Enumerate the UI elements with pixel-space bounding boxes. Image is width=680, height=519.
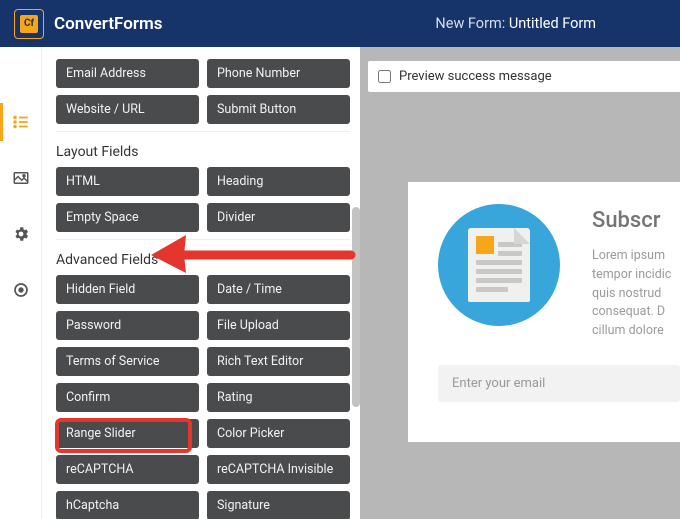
fields-panel: Email Address Phone Number Website / URL… [42, 47, 360, 519]
brand-logo: Cf [14, 9, 44, 39]
field-file-upload[interactable]: File Upload [207, 311, 350, 340]
field-signature[interactable]: Signature [207, 491, 350, 519]
field-rich-text-editor[interactable]: Rich Text Editor [207, 347, 350, 376]
title-static: New Form: [435, 15, 508, 32]
field-recaptcha[interactable]: reCAPTCHA [56, 455, 199, 484]
field-rating[interactable]: Rating [207, 383, 350, 412]
preview-email-input[interactable]: Enter your email [438, 365, 680, 402]
field-terms-of-service[interactable]: Terms of Service [56, 347, 199, 376]
topbar: Cf ConvertForms New Form: Untitled Form [0, 0, 680, 47]
field-email-address[interactable]: Email Address [56, 59, 199, 88]
side-rail [0, 47, 42, 519]
section-layout-fields: Layout Fields [56, 132, 350, 167]
field-divider[interactable]: Divider [207, 203, 350, 232]
rail-settings[interactable] [0, 219, 42, 249]
field-hidden-field[interactable]: Hidden Field [56, 275, 199, 304]
preview-area: Preview success message [360, 47, 680, 519]
disc-icon [12, 281, 30, 299]
title-name: Untitled Form [509, 15, 596, 32]
rail-publish[interactable] [0, 275, 42, 305]
field-date-time[interactable]: Date / Time [207, 275, 350, 304]
field-hcaptcha[interactable]: hCaptcha [56, 491, 199, 519]
field-password[interactable]: Password [56, 311, 199, 340]
preview-body: Lorem ipsum tempor incidic quis nostrud … [592, 247, 680, 341]
image-icon [12, 169, 30, 187]
field-recaptcha-invisible[interactable]: reCAPTCHA Invisible [207, 455, 350, 484]
brand-name: ConvertForms [54, 14, 162, 34]
newsletter-icon [438, 204, 560, 326]
preview-success-checkbox[interactable] [378, 70, 391, 83]
field-html[interactable]: HTML [56, 167, 199, 196]
preview-heading: Subscr [592, 204, 680, 237]
field-submit-button[interactable]: Submit Button [207, 95, 350, 124]
field-website-url[interactable]: Website / URL [56, 95, 199, 124]
preview-text-block: Subscr Lorem ipsum tempor incidic quis n… [592, 204, 680, 341]
logo-cf-icon: Cf [20, 15, 38, 33]
field-range-slider[interactable]: Range Slider [56, 419, 199, 448]
field-color-picker[interactable]: Color Picker [207, 419, 350, 448]
field-confirm[interactable]: Confirm [56, 383, 199, 412]
section-advanced-fields: Advanced Fields [56, 240, 350, 275]
field-phone-number[interactable]: Phone Number [207, 59, 350, 88]
field-heading[interactable]: Heading [207, 167, 350, 196]
preview-success-label: Preview success message [399, 69, 552, 84]
preview-success-toggle[interactable]: Preview success message [368, 61, 680, 92]
gear-icon [12, 225, 30, 243]
rail-fields[interactable] [0, 107, 42, 137]
list-icon [12, 113, 30, 131]
field-empty-space[interactable]: Empty Space [56, 203, 199, 232]
form-title[interactable]: New Form: Untitled Form [162, 15, 666, 32]
form-preview-card: Subscr Lorem ipsum tempor incidic quis n… [408, 182, 680, 442]
panel-scrollbar[interactable] [352, 207, 360, 407]
rail-design[interactable] [0, 163, 42, 193]
